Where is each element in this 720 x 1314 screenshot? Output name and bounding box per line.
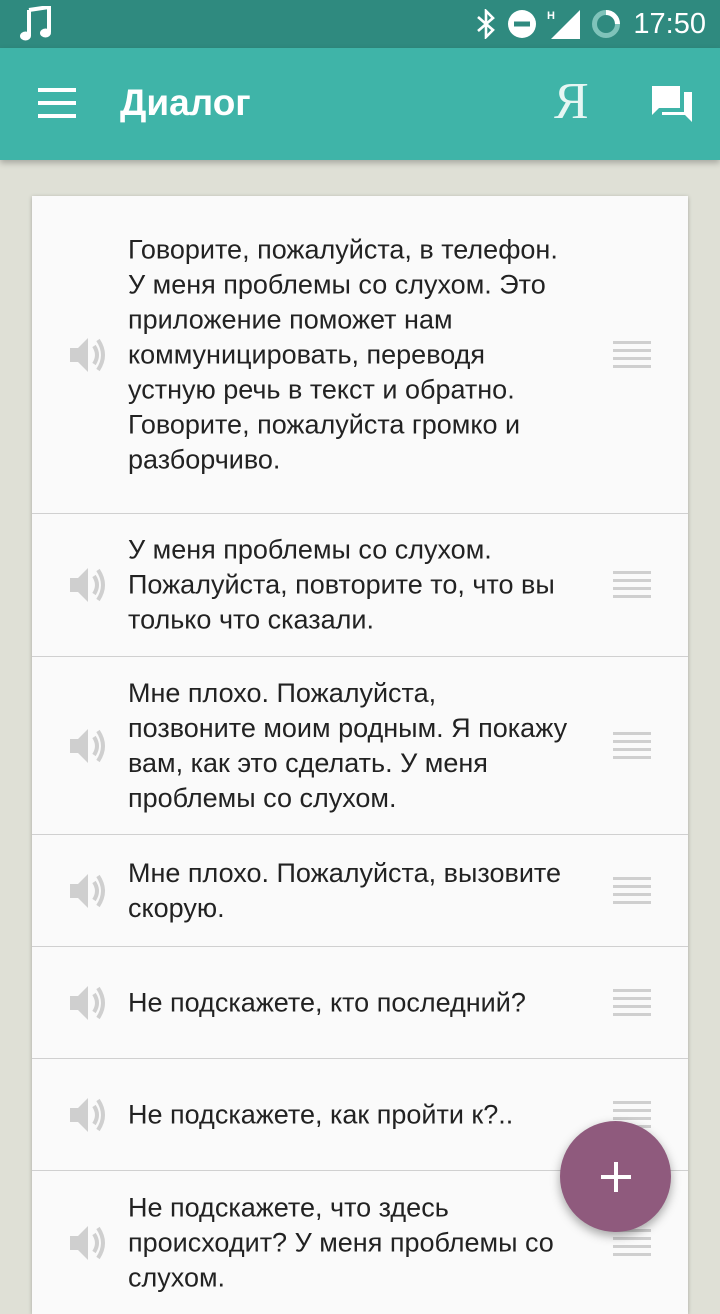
app-bar: Диалог Я bbox=[0, 48, 720, 160]
message-text: Говорите, пожалуйста, в телефон. У меня … bbox=[128, 234, 558, 474]
speaker-icon[interactable] bbox=[68, 1222, 108, 1264]
speaker-icon[interactable] bbox=[68, 334, 108, 376]
clock-time: 17:50 bbox=[633, 7, 706, 40]
bluetooth-icon bbox=[477, 9, 496, 39]
message-card[interactable]: Мне плохо. Пожалуйста, позвоните моим ро… bbox=[32, 657, 688, 835]
drag-handle-icon[interactable] bbox=[613, 988, 651, 1021]
status-bar: H 17:50 bbox=[0, 0, 720, 48]
speaker-icon[interactable] bbox=[68, 564, 108, 606]
message-text: Мне плохо. Пожалуйста, вызовите скорую. bbox=[128, 857, 561, 923]
chat-icon[interactable] bbox=[650, 84, 694, 124]
message-card[interactable]: Мне плохо. Пожалуйста, вызовите скорую. bbox=[32, 835, 688, 947]
drag-handle-icon[interactable] bbox=[613, 340, 651, 373]
page-title: Диалог bbox=[120, 82, 251, 123]
menu-icon[interactable] bbox=[38, 88, 76, 118]
do-not-disturb-icon bbox=[508, 10, 537, 38]
speaker-icon[interactable] bbox=[68, 1094, 108, 1136]
speaker-icon[interactable] bbox=[68, 725, 108, 767]
signal-icon: H bbox=[547, 10, 581, 39]
drag-handle-icon[interactable] bbox=[613, 571, 651, 603]
message-card[interactable]: У меня проблемы со слухом. Пожалуйста, п… bbox=[32, 514, 688, 657]
speaker-icon[interactable] bbox=[68, 870, 108, 912]
music-note-icon bbox=[20, 6, 51, 41]
add-phrase-button[interactable] bbox=[560, 1121, 671, 1232]
drag-handle-icon[interactable] bbox=[613, 731, 651, 764]
message-card[interactable]: Говорите, пожалуйста, в телефон. У меня … bbox=[32, 196, 688, 514]
message-text: Не подскажете, что здесь происходит? У м… bbox=[128, 1192, 554, 1292]
message-text: Не подскажете, как пройти к?.. bbox=[128, 1099, 514, 1129]
message-card[interactable]: Не подскажете, кто последний? bbox=[32, 947, 688, 1059]
yandex-button[interactable]: Я bbox=[554, 72, 589, 131]
svg-text:H: H bbox=[547, 10, 555, 22]
speaker-icon[interactable] bbox=[68, 982, 108, 1024]
message-text: Мне плохо. Пожалуйста, позвоните моим ро… bbox=[128, 677, 568, 813]
message-text: У меня проблемы со слухом. Пожалуйста, п… bbox=[128, 534, 555, 635]
drag-handle-icon[interactable] bbox=[613, 1228, 651, 1261]
message-text: Не подскажете, кто последний? bbox=[128, 987, 526, 1017]
drag-handle-icon[interactable] bbox=[613, 876, 651, 909]
battery-icon bbox=[592, 10, 621, 38]
